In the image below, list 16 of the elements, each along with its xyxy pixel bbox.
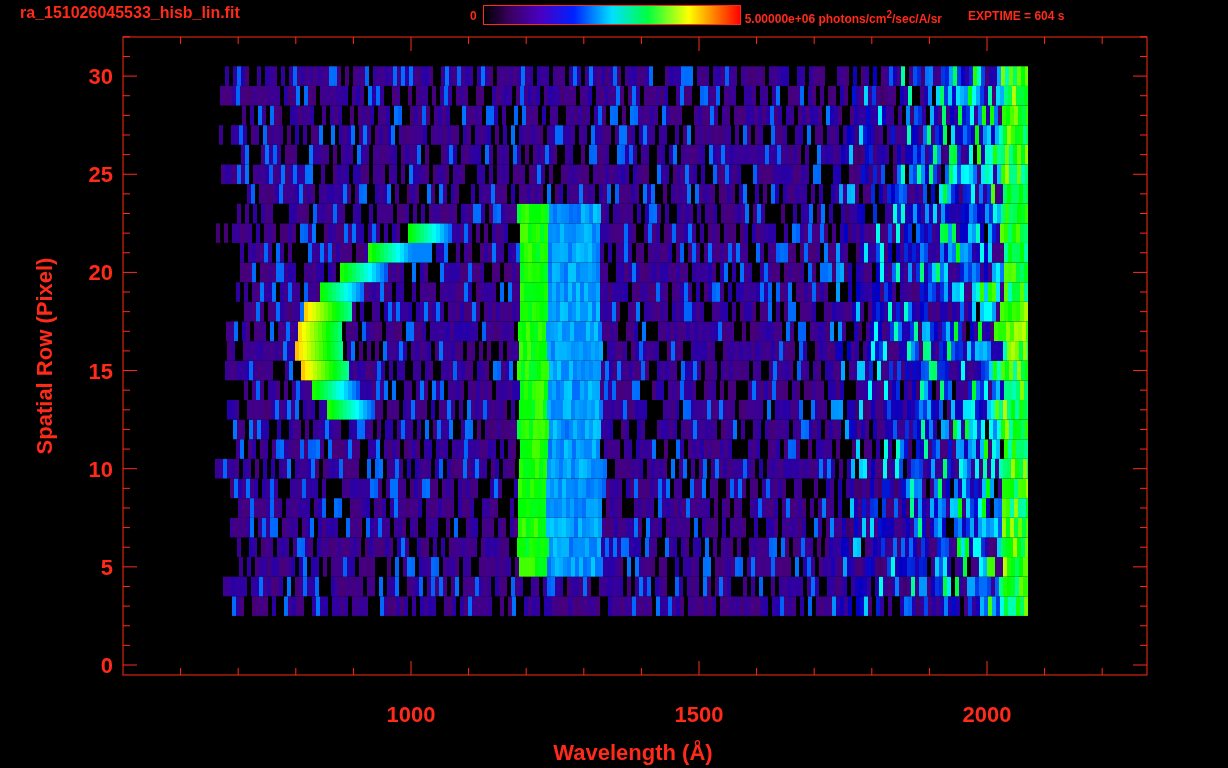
x-axis-label: Wavelength (Å) <box>553 740 713 765</box>
y-axis-label: Spatial Row (Pixel) <box>32 257 57 455</box>
file-title: ra_151026045533_hisb_lin.fit <box>20 4 241 22</box>
y-tick-label: 30 <box>88 64 113 90</box>
colorbar-min-label: 0 <box>470 9 477 23</box>
y-tick-label: 15 <box>88 358 113 384</box>
x-tick-label: 1500 <box>674 702 724 727</box>
y-tick-label: 25 <box>88 162 113 188</box>
x-tick-label: 2000 <box>962 702 1012 727</box>
y-tick-label: 10 <box>88 456 113 482</box>
colorbar-max-label: 5.00000e+06 photons/cm$^{2}$/sec/A/sr <box>744 9 943 26</box>
exposure-time: EXPTIME = 604 s <box>968 9 1065 23</box>
x-tick-label: 1000 <box>386 702 436 727</box>
y-tick-label: 20 <box>88 260 113 286</box>
y-tick-label: 5 <box>100 554 113 580</box>
y-tick-label: 0 <box>100 653 113 678</box>
